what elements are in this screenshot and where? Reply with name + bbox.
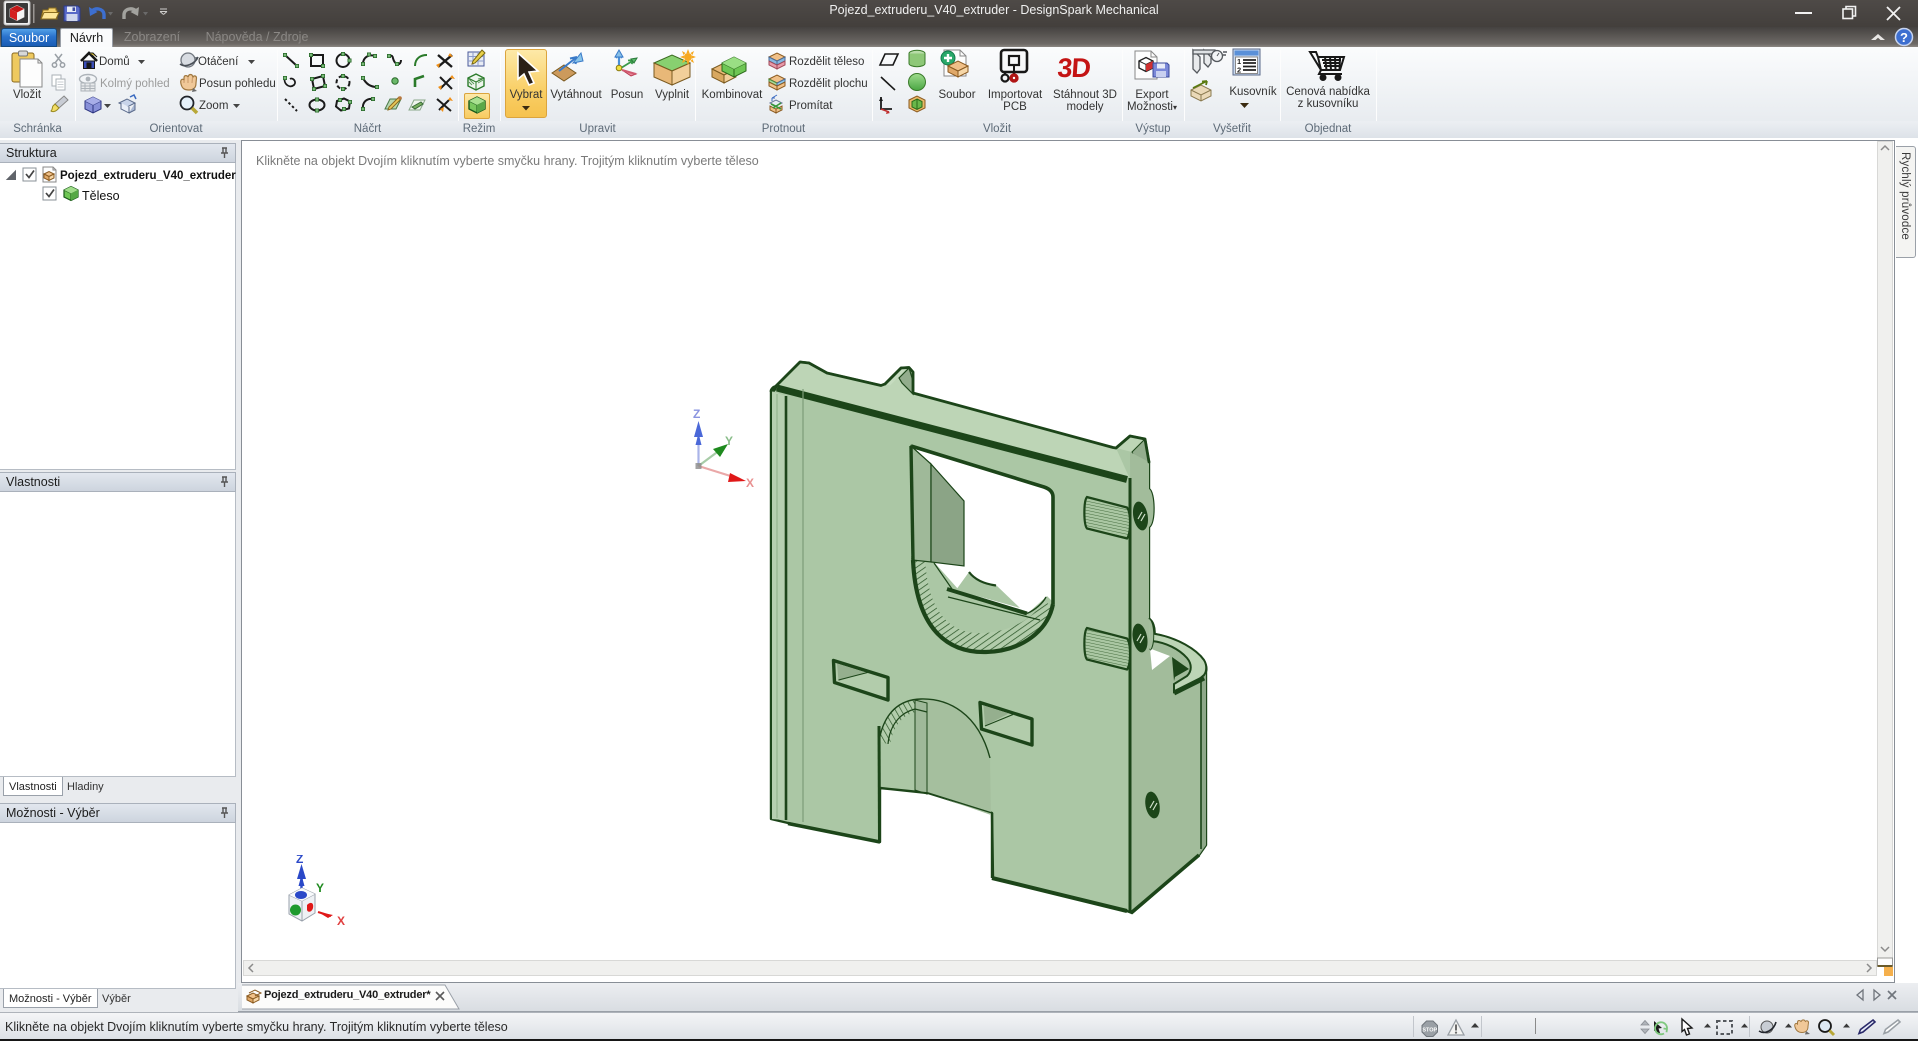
svg-text:3D: 3D <box>1056 53 1091 83</box>
svg-text:2: 2 <box>1237 66 1241 75</box>
svg-text:X: X <box>746 476 754 490</box>
svg-text:Y: Y <box>316 881 324 895</box>
svg-text:STOP: STOP <box>1422 1028 1437 1034</box>
svg-text:X: X <box>337 914 345 928</box>
svg-text:?: ? <box>1900 30 1908 45</box>
svg-text:Z: Z <box>296 855 303 866</box>
svg-text:Z: Z <box>693 407 700 421</box>
svg-text:Y: Y <box>725 434 733 448</box>
